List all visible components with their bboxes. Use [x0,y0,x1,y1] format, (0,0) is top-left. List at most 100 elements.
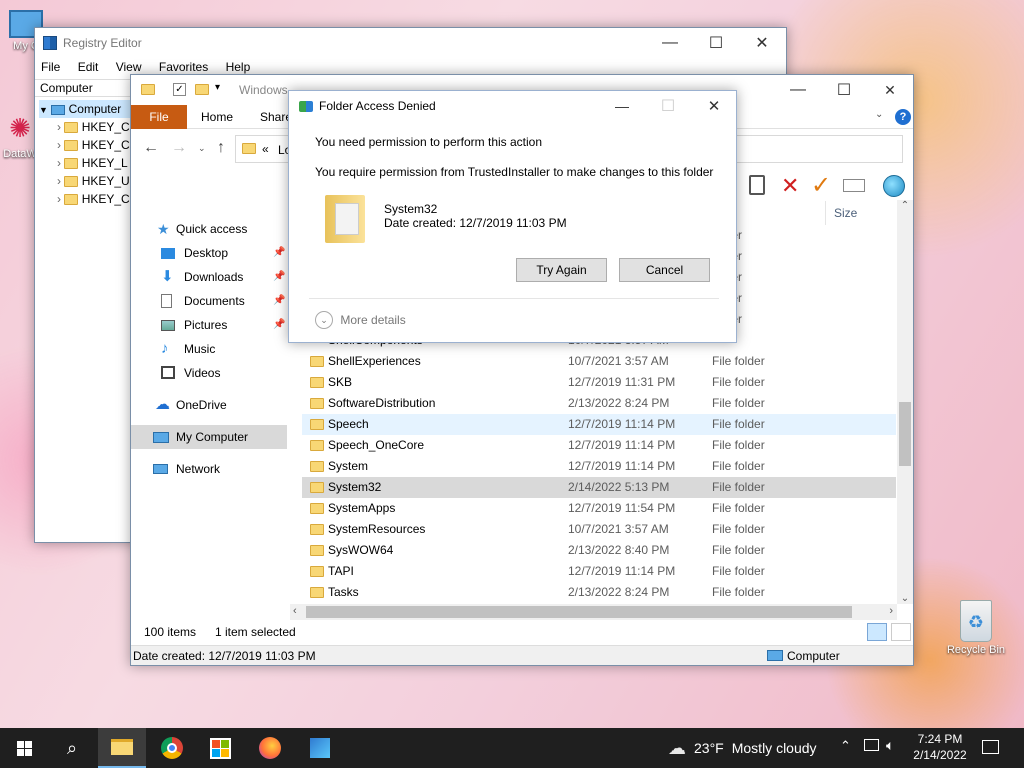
taskbar-registry-editor[interactable] [296,728,344,768]
column-header-size[interactable]: Size [825,201,897,225]
dialog-titlebar[interactable]: Folder Access Denied — ☐ ✕ [289,91,736,121]
chevron-down-icon: ⌄ [315,311,333,329]
dropdown-icon[interactable]: ▾ [215,82,220,93]
clock[interactable]: 7:24 PM 2/14/2022 [908,731,972,763]
nav-videos[interactable]: Videos [131,361,289,385]
tree-item[interactable]: › HKEY_C [39,190,131,208]
checkbox-icon[interactable]: ✓ [173,83,186,96]
maximize-button[interactable]: ☐ [645,91,691,121]
scroll-up-button[interactable]: ⌃ [897,200,913,211]
folder-icon [111,739,133,755]
scrollbar-thumb[interactable] [306,606,852,618]
search-button[interactable]: ⌕ [48,728,96,768]
folder-move-icon [299,101,313,112]
taskbar-chrome[interactable] [148,728,196,768]
more-details-toggle[interactable]: ⌄ More details [315,311,406,329]
scroll-down-button[interactable]: ⌄ [897,593,913,604]
minimize-button[interactable]: — [599,91,645,121]
registry-titlebar[interactable]: Registry Editor — ☐ ✕ [35,28,786,58]
dialog-item-date: Date created: 12/7/2019 11:03 PM [384,216,567,230]
tree-item[interactable]: › HKEY_L [39,154,131,172]
file-type: File folder [712,543,765,557]
vertical-scrollbar[interactable]: ⌃ ⌄ [897,200,913,604]
scroll-right-button[interactable]: › [889,605,893,617]
taskbar-firefox[interactable] [246,728,294,768]
rename-icon[interactable] [843,179,865,192]
file-row[interactable]: TAPI 12/7/2019 11:14 PM File folder [302,561,896,582]
file-row[interactable]: SoftwareDistribution 2/13/2022 8:24 PM Fil… [302,393,896,414]
file-row[interactable]: SKB 12/7/2019 11:31 PM File folder [302,372,896,393]
close-button[interactable]: ✕ [867,75,913,105]
tree-item[interactable]: › HKEY_U [39,172,131,190]
tab-file[interactable]: File [131,105,187,129]
maximize-button[interactable]: ☐ [821,75,867,105]
weather-widget[interactable]: ☁ 23°F Mostly cloudy [668,728,817,768]
file-row[interactable]: SystemResources 10/7/2021 3:57 AM File fol… [302,519,896,540]
tree-item[interactable]: › HKEY_C [39,118,131,136]
desktop-icon-recycle-bin[interactable]: ♻ Recycle Bin [944,600,1008,656]
menu-edit[interactable]: Edit [78,60,99,74]
menu-view[interactable]: View [116,60,142,74]
minimize-button[interactable]: — [647,28,693,58]
file-row[interactable]: Speech 12/7/2019 11:14 PM File folder [302,414,896,435]
nav-music[interactable]: ♪ Music [131,337,289,361]
try-again-button[interactable]: Try Again [516,258,607,282]
large-icons-view-button[interactable] [891,623,911,641]
tree-root-computer[interactable]: ▼ Computer [39,100,131,118]
clipboard-icon[interactable] [749,175,765,195]
details-view-button[interactable] [867,623,887,641]
file-row[interactable]: Tasks 2/13/2022 8:24 PM File folder [302,582,896,603]
file-row[interactable]: ShellExperiences 10/7/2021 3:57 AM File fo… [302,351,896,372]
close-button[interactable]: ✕ [739,28,785,58]
registry-address-text: Computer [40,81,93,95]
scroll-left-button[interactable]: ‹ [293,605,297,617]
document-icon [161,294,172,308]
recent-locations-button[interactable]: ⌄ [198,143,206,154]
forward-button[interactable]: → [171,139,187,157]
volume-icon[interactable]: 🔈︎ [886,737,894,754]
horizontal-scrollbar[interactable]: ‹ › [290,604,897,620]
nav-documents[interactable]: Documents 📌 [131,289,289,313]
nav-onedrive[interactable]: ☁ OneDrive [131,393,289,417]
taskbar-store[interactable] [196,728,244,768]
checkmark-icon[interactable]: ✓ [811,171,831,200]
notification-center-button[interactable] [982,740,999,754]
back-button[interactable]: ← [143,139,159,157]
menu-help[interactable]: Help [226,60,251,74]
delete-icon[interactable]: ✕ [781,173,799,199]
folder-access-denied-dialog[interactable]: Folder Access Denied — ☐ ✕ You need perm… [288,90,737,343]
start-button[interactable] [0,728,48,768]
file-date: 2/13/2022 8:24 PM [568,585,670,599]
file-row[interactable]: Speech_OneCore 12/7/2019 11:14 PM File fol… [302,435,896,456]
chevron-down-icon: ▼ [39,105,48,115]
taskbar-file-explorer[interactable] [98,728,146,768]
chevron-down-icon[interactable]: ⌄ [875,109,883,120]
scrollbar-thumb[interactable] [899,402,911,466]
help-icon[interactable]: ? [895,109,911,125]
nav-downloads[interactable]: ⬇ Downloads 📌 [131,265,289,289]
nav-network[interactable]: Network [131,457,289,481]
network-icon[interactable] [864,739,879,751]
nav-desktop[interactable]: Desktop 📌 [131,241,289,265]
nav-my-computer[interactable]: My Computer [131,425,287,449]
cancel-button[interactable]: Cancel [619,258,710,282]
up-button[interactable]: ↑ [217,139,225,157]
show-hidden-icons-button[interactable]: ⌃ [840,738,851,754]
tab-home[interactable]: Home [201,105,233,129]
file-row[interactable]: SystemApps 12/7/2019 11:54 PM File folder [302,498,896,519]
file-row[interactable]: System 12/7/2019 11:14 PM File folder [302,456,896,477]
maximize-button[interactable]: ☐ [693,28,739,58]
file-date: 12/7/2019 11:14 PM [568,564,676,578]
file-type: File folder [712,459,765,473]
close-button[interactable]: ✕ [691,91,737,121]
minimize-button[interactable]: — [775,75,821,105]
nav-pictures[interactable]: Pictures 📌 [131,313,289,337]
menu-file[interactable]: File [41,60,60,74]
pictures-icon [161,320,175,331]
globe-icon[interactable] [883,175,905,197]
file-row[interactable]: System32 2/14/2022 5:13 PM File folder [302,477,896,498]
menu-favorites[interactable]: Favorites [159,60,208,74]
nav-quick-access[interactable]: ★ Quick access [131,217,289,241]
tree-item[interactable]: › HKEY_C [39,136,131,154]
file-row[interactable]: SysWOW64 2/13/2022 8:40 PM File folder [302,540,896,561]
